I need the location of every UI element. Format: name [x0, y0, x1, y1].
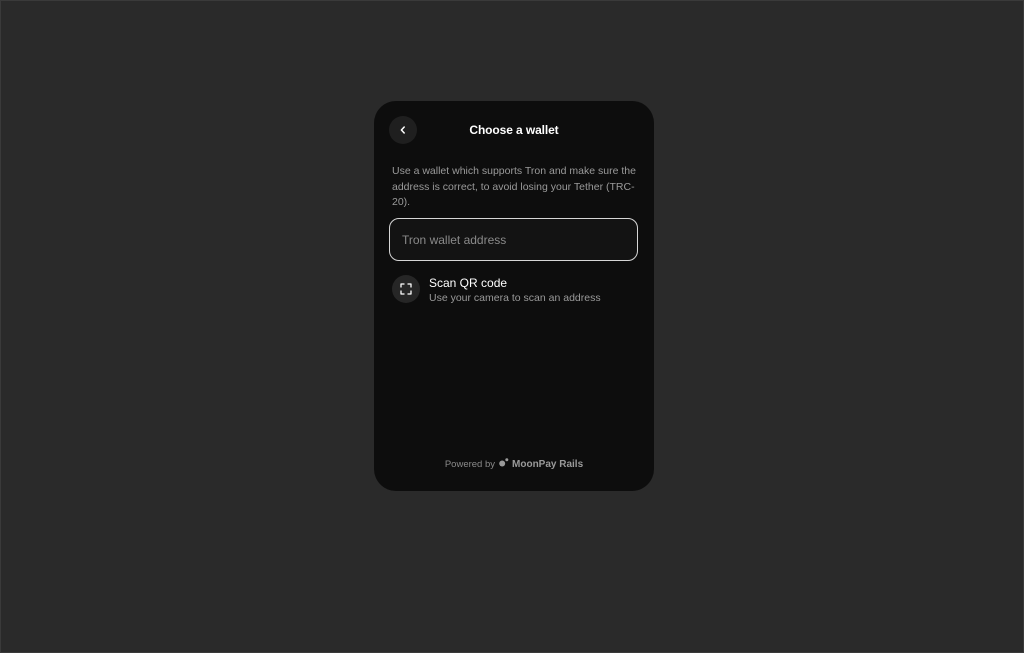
brand-name: MoonPay Rails: [512, 458, 584, 470]
scan-qr-option[interactable]: Scan QR code Use your camera to scan an …: [392, 275, 637, 305]
scan-qr-title: Scan QR code: [429, 276, 508, 290]
powered-by-footer: Powered by MoonPay Rails: [374, 458, 654, 470]
wallet-address-input[interactable]: [389, 218, 638, 261]
browser-viewport: Choose a wallet Use a wallet which suppo…: [0, 0, 1024, 653]
scan-qr-subtitle: Use your camera to scan an address: [429, 292, 601, 304]
brand-link[interactable]: MoonPay Rails: [499, 458, 583, 470]
wallet-description: Use a wallet which supports Tron and mak…: [392, 165, 636, 208]
wallet-widget: Choose a wallet Use a wallet which suppo…: [374, 101, 654, 491]
page-title: Choose a wallet: [469, 123, 559, 137]
moonpay-logo-icon: [499, 458, 509, 470]
powered-by-label: Powered by: [444, 458, 496, 470]
scan-frame-icon: [392, 275, 420, 303]
